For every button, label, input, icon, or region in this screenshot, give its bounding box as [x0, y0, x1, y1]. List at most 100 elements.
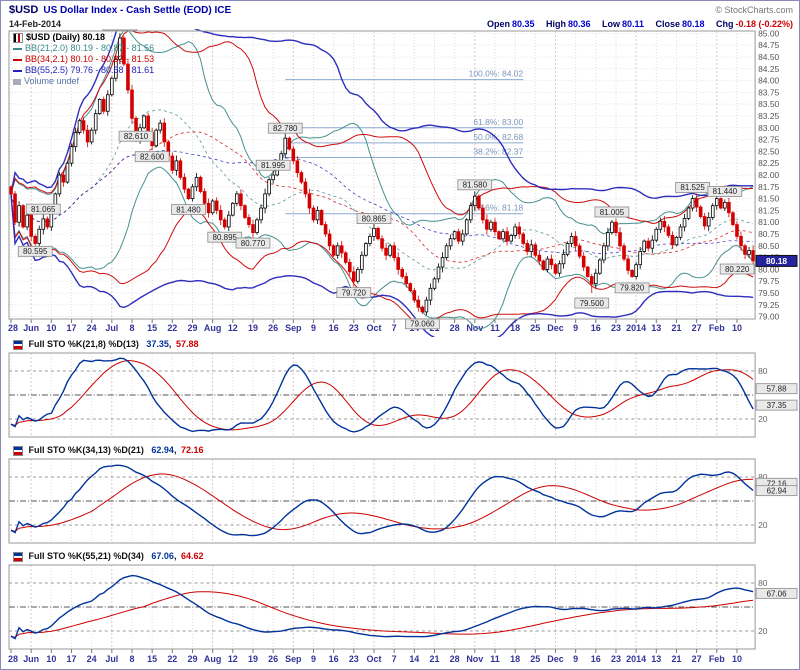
- svg-text:29: 29: [188, 323, 198, 333]
- stoch-panel-3-canvas: 802067.0628Jun101724Jul8152229Aug121926S…: [1, 563, 799, 669]
- svg-text:Aug: Aug: [204, 323, 221, 333]
- svg-text:20: 20: [758, 520, 768, 530]
- svg-text:Oct: Oct: [367, 323, 382, 333]
- copyright-label: © StockCharts.com: [715, 4, 793, 16]
- svg-text:21: 21: [671, 323, 681, 333]
- svg-text:15: 15: [147, 323, 157, 333]
- stochastic-2-icon: [13, 446, 23, 456]
- svg-text:84.50: 84.50: [758, 52, 779, 62]
- svg-text:57.88: 57.88: [767, 385, 788, 394]
- svg-text:79.00: 79.00: [758, 312, 779, 322]
- svg-text:Dec: Dec: [547, 654, 563, 664]
- stoch-2-k-value: 62.94: [151, 445, 174, 455]
- svg-text:81.25: 81.25: [758, 205, 779, 215]
- open-label: Open: [487, 19, 510, 29]
- svg-text:16: 16: [591, 323, 601, 333]
- svg-text:23: 23: [611, 654, 621, 664]
- svg-text:82.00: 82.00: [758, 170, 779, 180]
- stochastic-1-icon: [13, 340, 23, 350]
- svg-text:28: 28: [450, 323, 460, 333]
- svg-text:11: 11: [490, 323, 499, 333]
- svg-text:13: 13: [651, 654, 661, 664]
- svg-text:82.25: 82.25: [758, 158, 779, 168]
- svg-text:28: 28: [8, 654, 18, 664]
- svg-text:21: 21: [671, 654, 681, 664]
- svg-text:80.770: 80.770: [241, 239, 266, 248]
- svg-text:82.600: 82.600: [140, 152, 165, 161]
- svg-text:17: 17: [67, 654, 77, 664]
- svg-text:9: 9: [573, 654, 578, 664]
- svg-text:29: 29: [188, 654, 198, 664]
- svg-text:80.895: 80.895: [213, 233, 238, 242]
- svg-text:79.820: 79.820: [620, 284, 645, 293]
- svg-text:10: 10: [732, 323, 742, 333]
- svg-text:80: 80: [758, 366, 768, 376]
- low-value: 80.11: [622, 19, 644, 29]
- low-label: Low: [602, 19, 620, 29]
- svg-text:13: 13: [651, 323, 661, 333]
- svg-text:Jun: Jun: [23, 323, 39, 333]
- svg-text:Oct: Oct: [367, 654, 382, 664]
- svg-text:12: 12: [228, 654, 238, 664]
- svg-text:79.75: 79.75: [758, 276, 779, 286]
- svg-text:19: 19: [248, 323, 258, 333]
- svg-text:82.610: 82.610: [124, 132, 149, 141]
- svg-text:79.720: 79.720: [342, 288, 367, 297]
- stochastic-3-icon: [13, 552, 23, 562]
- svg-text:24: 24: [87, 323, 97, 333]
- svg-text:24: 24: [87, 654, 97, 664]
- svg-text:82.75: 82.75: [758, 135, 779, 145]
- svg-text:84.75: 84.75: [758, 40, 779, 50]
- svg-text:23: 23: [611, 323, 621, 333]
- svg-text:26: 26: [268, 323, 278, 333]
- svg-text:28: 28: [8, 323, 18, 333]
- svg-text:80: 80: [758, 578, 768, 588]
- svg-text:Feb: Feb: [709, 654, 725, 664]
- stoch-1-label: Full STO %K(21,8) %D(13): [29, 339, 139, 349]
- close-value: 80.18: [682, 19, 705, 29]
- svg-text:8: 8: [129, 323, 134, 333]
- stoch-panel-3-legend: Full STO %K(55,21) %D(34) 67.06, 64.62: [1, 549, 799, 563]
- svg-text:84.00: 84.00: [758, 76, 779, 86]
- svg-text:38.2%: 82.37: 38.2%: 82.37: [473, 147, 523, 157]
- svg-text:26: 26: [268, 654, 278, 664]
- chart-header: $USD US Dollar Index - Cash Settle (EOD)…: [1, 1, 799, 29]
- svg-text:83.00: 83.00: [758, 123, 779, 133]
- svg-text:80.18: 80.18: [766, 256, 787, 266]
- svg-text:Dec: Dec: [547, 323, 563, 333]
- svg-text:28: 28: [450, 654, 460, 664]
- svg-text:80.75: 80.75: [758, 229, 779, 239]
- svg-text:15: 15: [147, 654, 157, 664]
- svg-text:80.595: 80.595: [23, 247, 48, 256]
- svg-text:Aug: Aug: [204, 654, 221, 664]
- svg-text:81.50: 81.50: [758, 194, 779, 204]
- svg-text:80.220: 80.220: [725, 265, 750, 274]
- svg-text:80.865: 80.865: [362, 214, 387, 223]
- svg-text:14: 14: [409, 654, 419, 664]
- stoch-3-d-value: 64.62: [181, 551, 204, 561]
- svg-text:20: 20: [758, 626, 768, 636]
- svg-text:79.500: 79.500: [580, 299, 605, 308]
- svg-text:61.8%: 83.00: 61.8%: 83.00: [473, 117, 523, 127]
- stoch-panel-2-legend: Full STO %K(34,13) %D(21) 62.94, 72.16: [1, 443, 799, 457]
- svg-text:Jun: Jun: [23, 654, 39, 664]
- svg-text:37.35: 37.35: [767, 401, 788, 410]
- high-value: 80.36: [568, 19, 591, 29]
- stoch-2-d-value: 72.16: [181, 445, 204, 455]
- svg-text:82.780: 82.780: [273, 124, 298, 133]
- main-chart-canvas: 85.0084.7584.5084.2584.0083.7583.5083.25…: [1, 29, 799, 337]
- svg-text:62.94: 62.94: [767, 487, 788, 496]
- svg-text:10: 10: [732, 654, 742, 664]
- svg-text:18: 18: [510, 654, 520, 664]
- stoch-panel-2-canvas: 802072.1662.94: [1, 457, 799, 549]
- svg-text:7: 7: [392, 654, 397, 664]
- svg-text:83.75: 83.75: [758, 87, 779, 97]
- svg-text:83.50: 83.50: [758, 99, 779, 109]
- svg-text:Nov: Nov: [466, 654, 483, 664]
- stoch-2-label: Full STO %K(34,13) %D(21): [29, 445, 144, 455]
- svg-text:12: 12: [228, 323, 238, 333]
- chg-label: Chg: [716, 19, 734, 29]
- svg-text:21: 21: [429, 654, 439, 664]
- svg-text:Feb: Feb: [709, 323, 725, 333]
- svg-text:81.995: 81.995: [261, 161, 286, 170]
